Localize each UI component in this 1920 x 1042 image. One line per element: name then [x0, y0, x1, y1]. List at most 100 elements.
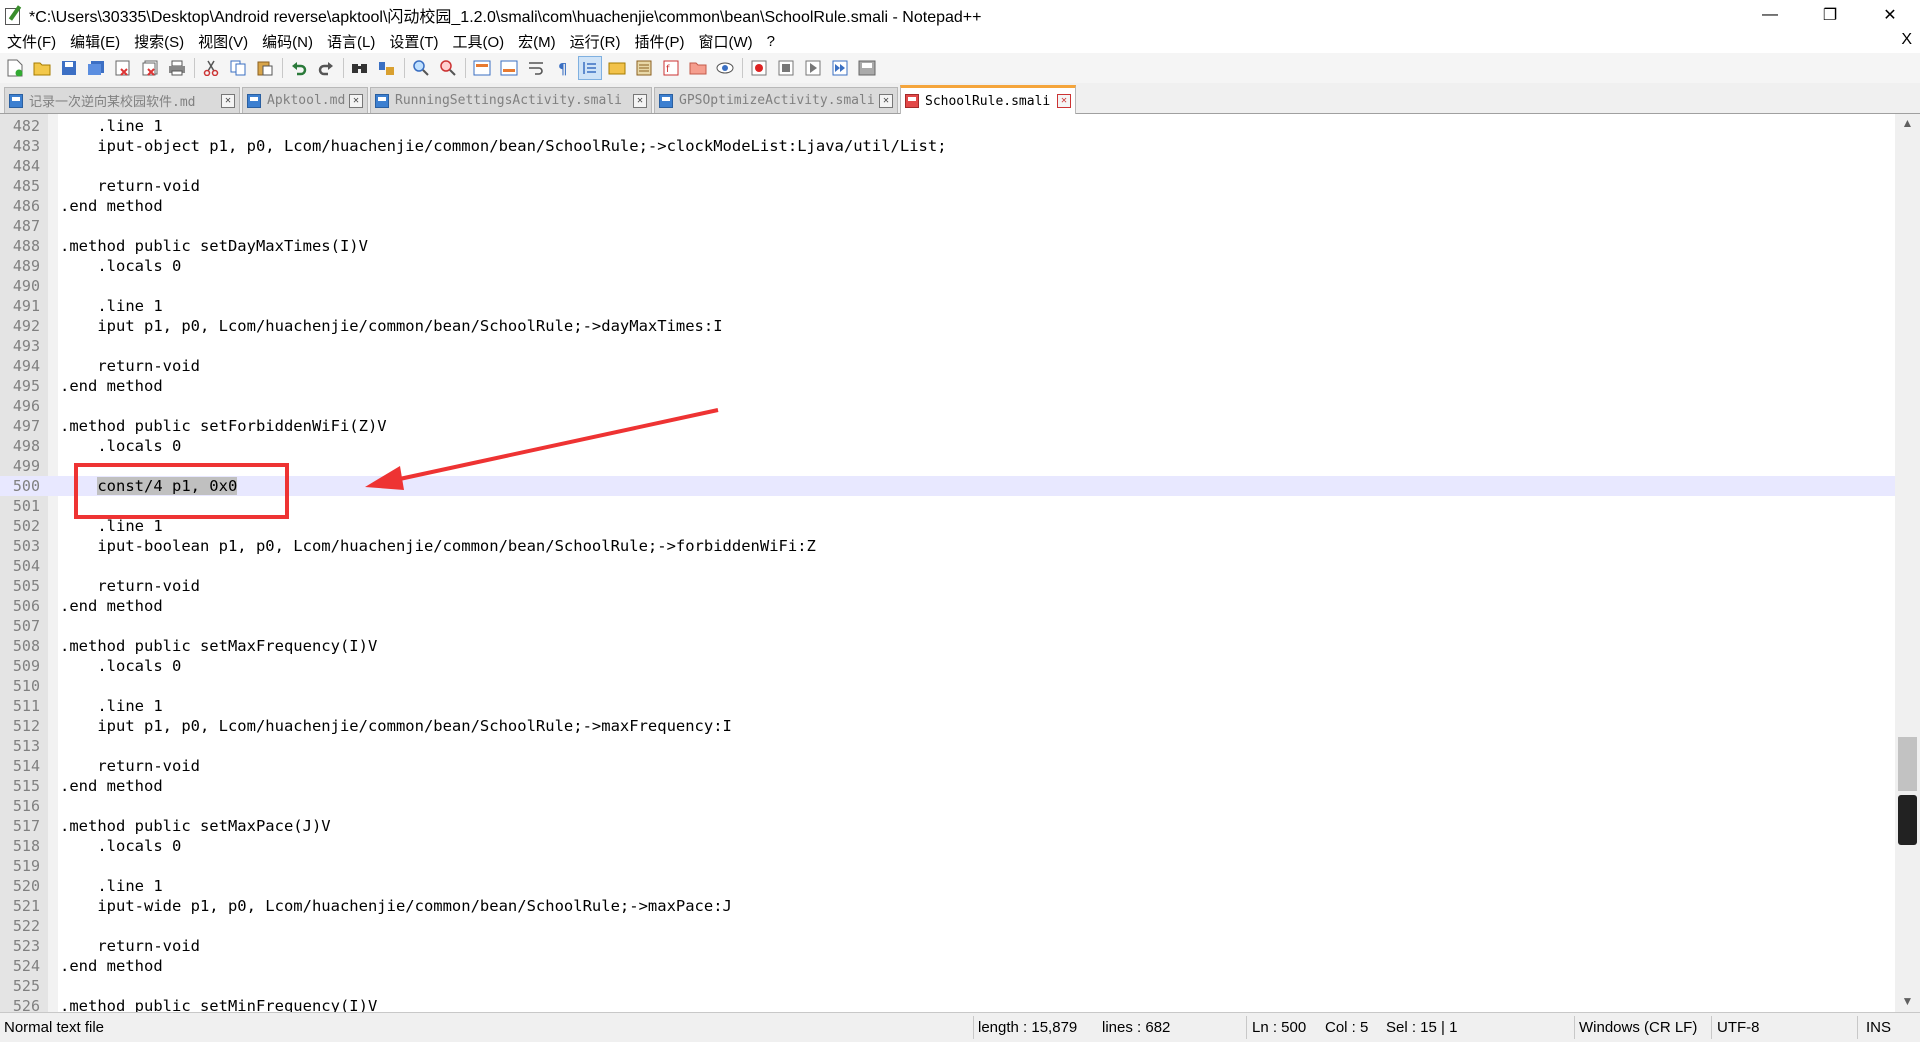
code-line[interactable]: 494 return-void — [0, 356, 1895, 376]
code-line[interactable]: 486 .end method — [0, 196, 1895, 216]
tab-gps-optimize-activity[interactable]: GPSOptimizeActivity.smali ✕ — [654, 87, 898, 113]
menu-view[interactable]: 视图(V) — [191, 31, 255, 52]
code-lines[interactable]: 482 .line 1 483 iput-object p1, p0, Lcom/… — [0, 116, 1895, 1012]
code-line[interactable]: 485 return-void — [0, 176, 1895, 196]
play-macro-icon[interactable] — [802, 57, 824, 79]
code-line[interactable]: 523 return-void — [0, 936, 1895, 956]
code-line[interactable]: 483 iput-object p1, p0, Lcom/huachenjie/… — [0, 136, 1895, 156]
minimize-button[interactable]: — — [1740, 0, 1800, 29]
close-document-button[interactable]: X — [1901, 31, 1912, 49]
code-line[interactable]: 519 — [0, 856, 1895, 876]
code-line[interactable]: 487 — [0, 216, 1895, 236]
sync-horizontal-icon[interactable] — [498, 57, 520, 79]
code-line[interactable]: 517 .method public setMaxPace(J)V — [0, 816, 1895, 836]
code-line[interactable]: 489 .locals 0 — [0, 256, 1895, 276]
tab-close-icon[interactable]: ✕ — [349, 93, 363, 108]
status-eol[interactable]: Windows (CR LF) — [1579, 1013, 1697, 1042]
code-line[interactable]: 512 iput p1, p0, Lcom/huachenjie/common/… — [0, 716, 1895, 736]
code-line[interactable]: 497 .method public setForbiddenWiFi(Z)V — [0, 416, 1895, 436]
word-wrap-icon[interactable] — [525, 57, 547, 79]
tab-apktool-md[interactable]: Apktool.md ✕ — [242, 87, 368, 113]
code-line[interactable]: 495 .end method — [0, 376, 1895, 396]
code-line[interactable]: 520 .line 1 — [0, 876, 1895, 896]
code-line[interactable]: 484 — [0, 156, 1895, 176]
tab-close-icon[interactable]: ✕ — [221, 93, 235, 108]
cut-icon[interactable] — [200, 57, 222, 79]
code-line[interactable]: 513 — [0, 736, 1895, 756]
tab-record-md[interactable]: 记录一次逆向某校园软件.md ✕ — [4, 87, 240, 113]
code-line[interactable]: 488 .method public setDayMaxTimes(I)V — [0, 236, 1895, 256]
find-icon[interactable] — [349, 57, 371, 79]
zoom-in-icon[interactable] — [410, 57, 432, 79]
define-language-icon[interactable] — [606, 57, 628, 79]
maximize-button[interactable]: ❐ — [1800, 0, 1860, 29]
code-line[interactable]: 492 iput p1, p0, Lcom/huachenjie/common/… — [0, 316, 1895, 336]
zoom-out-icon[interactable] — [437, 57, 459, 79]
vertical-scrollbar[interactable]: ▲ ▼ — [1895, 114, 1920, 1012]
menu-encoding[interactable]: 编码(N) — [255, 31, 320, 52]
scrollbar-thumb[interactable] — [1898, 737, 1917, 791]
stop-record-icon[interactable] — [775, 57, 797, 79]
tab-close-icon[interactable]: ✕ — [1057, 94, 1071, 108]
indent-guide-icon[interactable] — [578, 56, 602, 80]
sync-vertical-icon[interactable] — [471, 57, 493, 79]
document-map-icon[interactable] — [633, 57, 655, 79]
print-icon[interactable] — [166, 57, 188, 79]
code-line[interactable]: 491 .line 1 — [0, 296, 1895, 316]
folder-as-workspace-icon[interactable] — [687, 57, 709, 79]
status-insert-mode[interactable]: INS — [1866, 1013, 1891, 1042]
code-line[interactable]: 502 .line 1 — [0, 516, 1895, 536]
code-line[interactable]: 508 .method public setMaxFrequency(I)V — [0, 636, 1895, 656]
code-line[interactable]: 514 return-void — [0, 756, 1895, 776]
code-line[interactable]: 503 iput-boolean p1, p0, Lcom/huachenjie… — [0, 536, 1895, 556]
close-all-icon[interactable] — [139, 57, 161, 79]
code-line[interactable]: 511 .line 1 — [0, 696, 1895, 716]
replace-icon[interactable] — [376, 57, 398, 79]
new-file-icon[interactable] — [4, 57, 26, 79]
redo-icon[interactable] — [315, 57, 337, 79]
code-line[interactable]: 507 — [0, 616, 1895, 636]
code-line[interactable]: 522 — [0, 916, 1895, 936]
code-line[interactable]: 496 — [0, 396, 1895, 416]
code-line[interactable]: 498 .locals 0 — [0, 436, 1895, 456]
code-line[interactable]: 521 iput-wide p1, p0, Lcom/huachenjie/co… — [0, 896, 1895, 916]
editor[interactable]: 482 .line 1 483 iput-object p1, p0, Lcom/… — [0, 114, 1920, 1012]
tab-close-icon[interactable]: ✕ — [879, 93, 893, 108]
menu-run[interactable]: 运行(R) — [563, 31, 628, 52]
code-line[interactable]: 525 — [0, 976, 1895, 996]
record-macro-icon[interactable] — [748, 57, 770, 79]
close-button[interactable]: ✕ — [1860, 0, 1920, 29]
menu-window[interactable]: 窗口(W) — [691, 31, 759, 52]
function-list-icon[interactable]: f — [660, 57, 682, 79]
tab-school-rule-smali[interactable]: SchoolRule.smali ✕ — [900, 85, 1076, 114]
show-all-characters-icon[interactable]: ¶ — [552, 57, 574, 79]
menu-language[interactable]: 语言(L) — [320, 31, 382, 52]
tab-running-settings-activity[interactable]: RunningSettingsActivity.smali ✕ — [370, 87, 652, 113]
code-line[interactable]: 515 .end method — [0, 776, 1895, 796]
code-line[interactable]: 490 — [0, 276, 1895, 296]
code-line[interactable]: 493 — [0, 336, 1895, 356]
scroll-down-icon[interactable]: ▼ — [1901, 994, 1914, 1008]
code-line[interactable]: 516 — [0, 796, 1895, 816]
save-all-icon[interactable] — [85, 57, 107, 79]
code-line[interactable]: 524 .end method — [0, 956, 1895, 976]
close-file-icon[interactable] — [112, 57, 134, 79]
code-line[interactable]: 509 .locals 0 — [0, 656, 1895, 676]
menu-settings[interactable]: 设置(T) — [382, 31, 445, 52]
save-icon[interactable] — [58, 57, 80, 79]
undo-icon[interactable] — [288, 57, 310, 79]
save-macro-icon[interactable] — [856, 57, 878, 79]
code-line[interactable]: 510 — [0, 676, 1895, 696]
code-line[interactable]: 505 return-void — [0, 576, 1895, 596]
menu-search[interactable]: 搜索(S) — [127, 31, 191, 52]
code-line[interactable]: 506 .end method — [0, 596, 1895, 616]
open-file-icon[interactable] — [31, 57, 53, 79]
scroll-up-icon[interactable]: ▲ — [1901, 116, 1914, 130]
tab-close-icon[interactable]: ✕ — [633, 93, 647, 108]
copy-icon[interactable] — [227, 57, 249, 79]
paste-icon[interactable] — [254, 57, 276, 79]
menu-tools[interactable]: 工具(O) — [445, 31, 511, 52]
menu-macro[interactable]: 宏(M) — [511, 31, 563, 52]
code-line[interactable]: 482 .line 1 — [0, 116, 1895, 136]
code-line[interactable]: 526 .method public setMinFrequency(I)V — [0, 996, 1895, 1012]
